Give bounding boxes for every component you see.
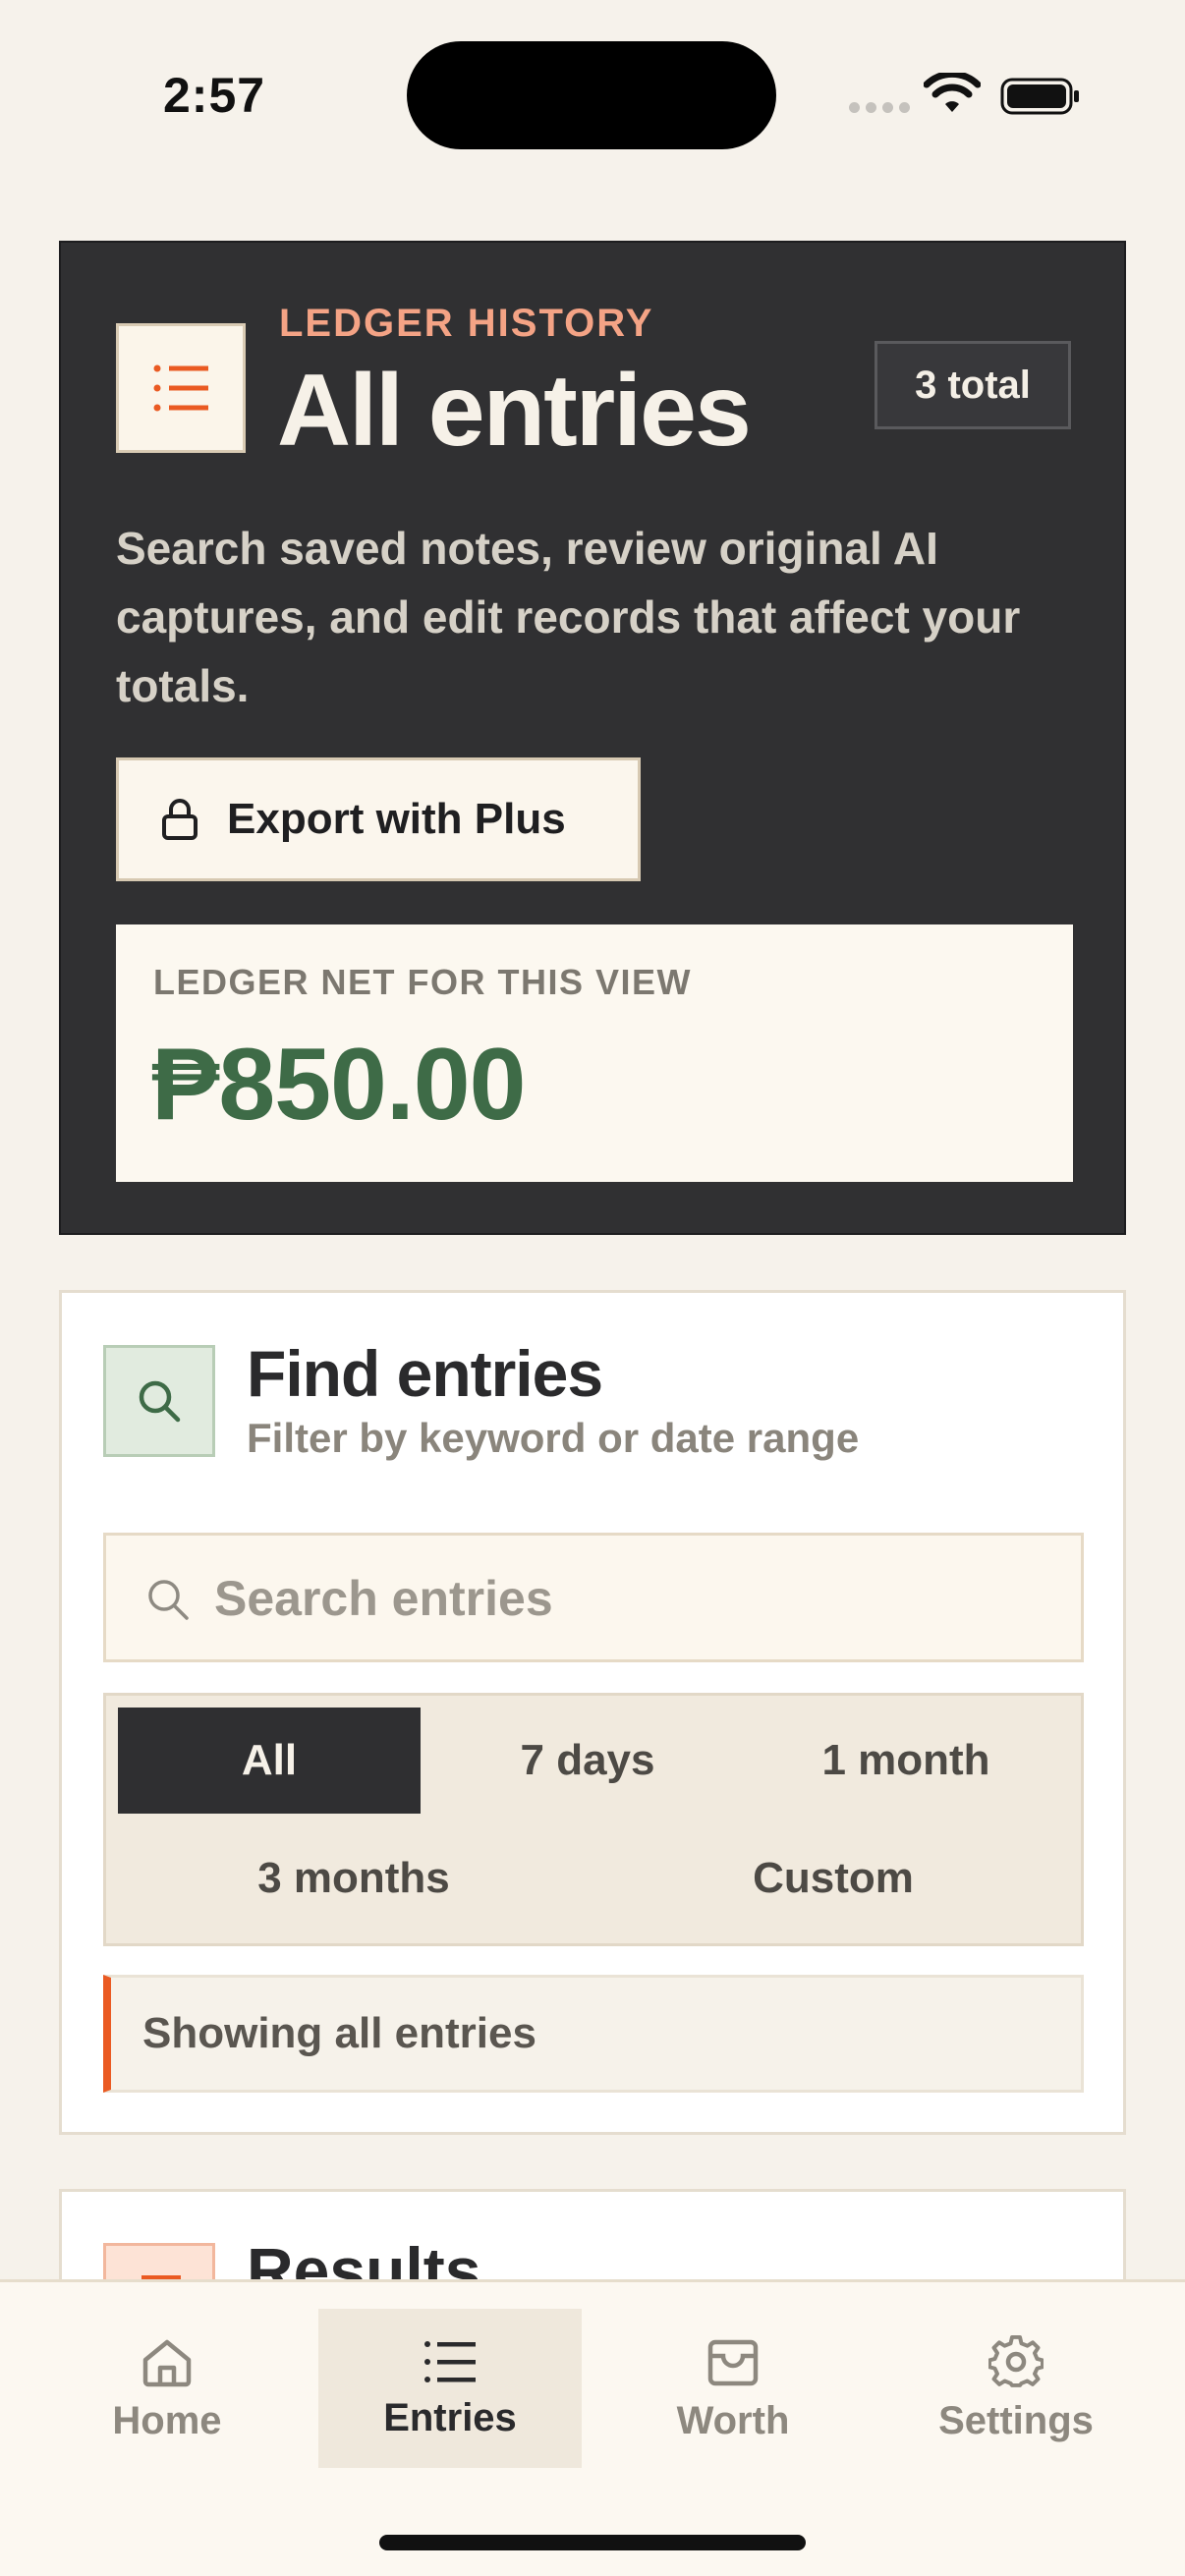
tab-home-label: Home (112, 2398, 222, 2442)
bottom-tab-bar: Home Entries Worth Settings (0, 2279, 1185, 2576)
tab-entries-label: Entries (383, 2395, 517, 2439)
find-entries-subtitle: Filter by keyword or date range (247, 1415, 860, 1461)
lock-icon (162, 799, 198, 840)
tab-settings-label: Settings (938, 2398, 1094, 2442)
home-indicator (379, 2535, 806, 2550)
ledger-net-label: LEDGER NET FOR THIS VIEW (153, 962, 693, 1002)
search-icon (139, 1380, 181, 1423)
ledger-history-card: LEDGER HISTORY All entries 3 total Searc… (59, 241, 1126, 1235)
ledger-net-value: ₱850.00 (151, 1028, 526, 1142)
range-all[interactable]: All (118, 1708, 421, 1814)
find-icon-badge (103, 1345, 215, 1457)
range-7-days[interactable]: 7 days (436, 1708, 739, 1814)
menu-list-button[interactable] (116, 323, 246, 453)
tab-settings[interactable]: Settings (884, 2309, 1148, 2468)
tab-entries[interactable]: Entries (318, 2309, 582, 2468)
status-time: 2:57 (163, 68, 266, 123)
tab-worth[interactable]: Worth (601, 2309, 865, 2468)
page-title: All entries (277, 354, 752, 468)
filter-status-text: Showing all entries (103, 1975, 1084, 2093)
search-field[interactable] (103, 1533, 1084, 1662)
find-entries-card: Find entries Filter by keyword or date r… (59, 1290, 1126, 2135)
find-entries-title: Find entries (247, 1337, 603, 1410)
range-custom[interactable]: Custom (597, 1825, 1069, 1932)
search-icon (148, 1580, 189, 1620)
ledger-net-panel: LEDGER NET FOR THIS VIEW ₱850.00 (116, 924, 1073, 1182)
home-icon (142, 2339, 192, 2386)
range-1-month[interactable]: 1 month (755, 1708, 1057, 1814)
battery-icon (1000, 78, 1079, 115)
wallet-icon (707, 2339, 759, 2385)
tab-worth-label: Worth (676, 2398, 790, 2442)
status-bar: 2:57 (0, 0, 1185, 187)
gear-icon (988, 2334, 1044, 2387)
hero-eyebrow: LEDGER HISTORY (279, 302, 654, 345)
export-with-plus-button[interactable]: Export with Plus (116, 757, 641, 881)
list-icon (424, 2340, 476, 2382)
date-range-selector: All 7 days 1 month 3 months Custom (103, 1693, 1084, 1946)
dynamic-island (407, 41, 776, 149)
export-button-label: Export with Plus (227, 795, 566, 843)
tab-home[interactable]: Home (35, 2309, 299, 2468)
wifi-icon (924, 73, 981, 112)
search-input[interactable] (214, 1563, 1059, 1634)
range-3-months[interactable]: 3 months (118, 1825, 590, 1932)
cellular-signal-icon (849, 102, 910, 113)
list-icon (153, 364, 208, 412)
hero-description: Search saved notes, review original AI c… (116, 523, 1021, 711)
total-count-badge: 3 total (875, 341, 1071, 429)
